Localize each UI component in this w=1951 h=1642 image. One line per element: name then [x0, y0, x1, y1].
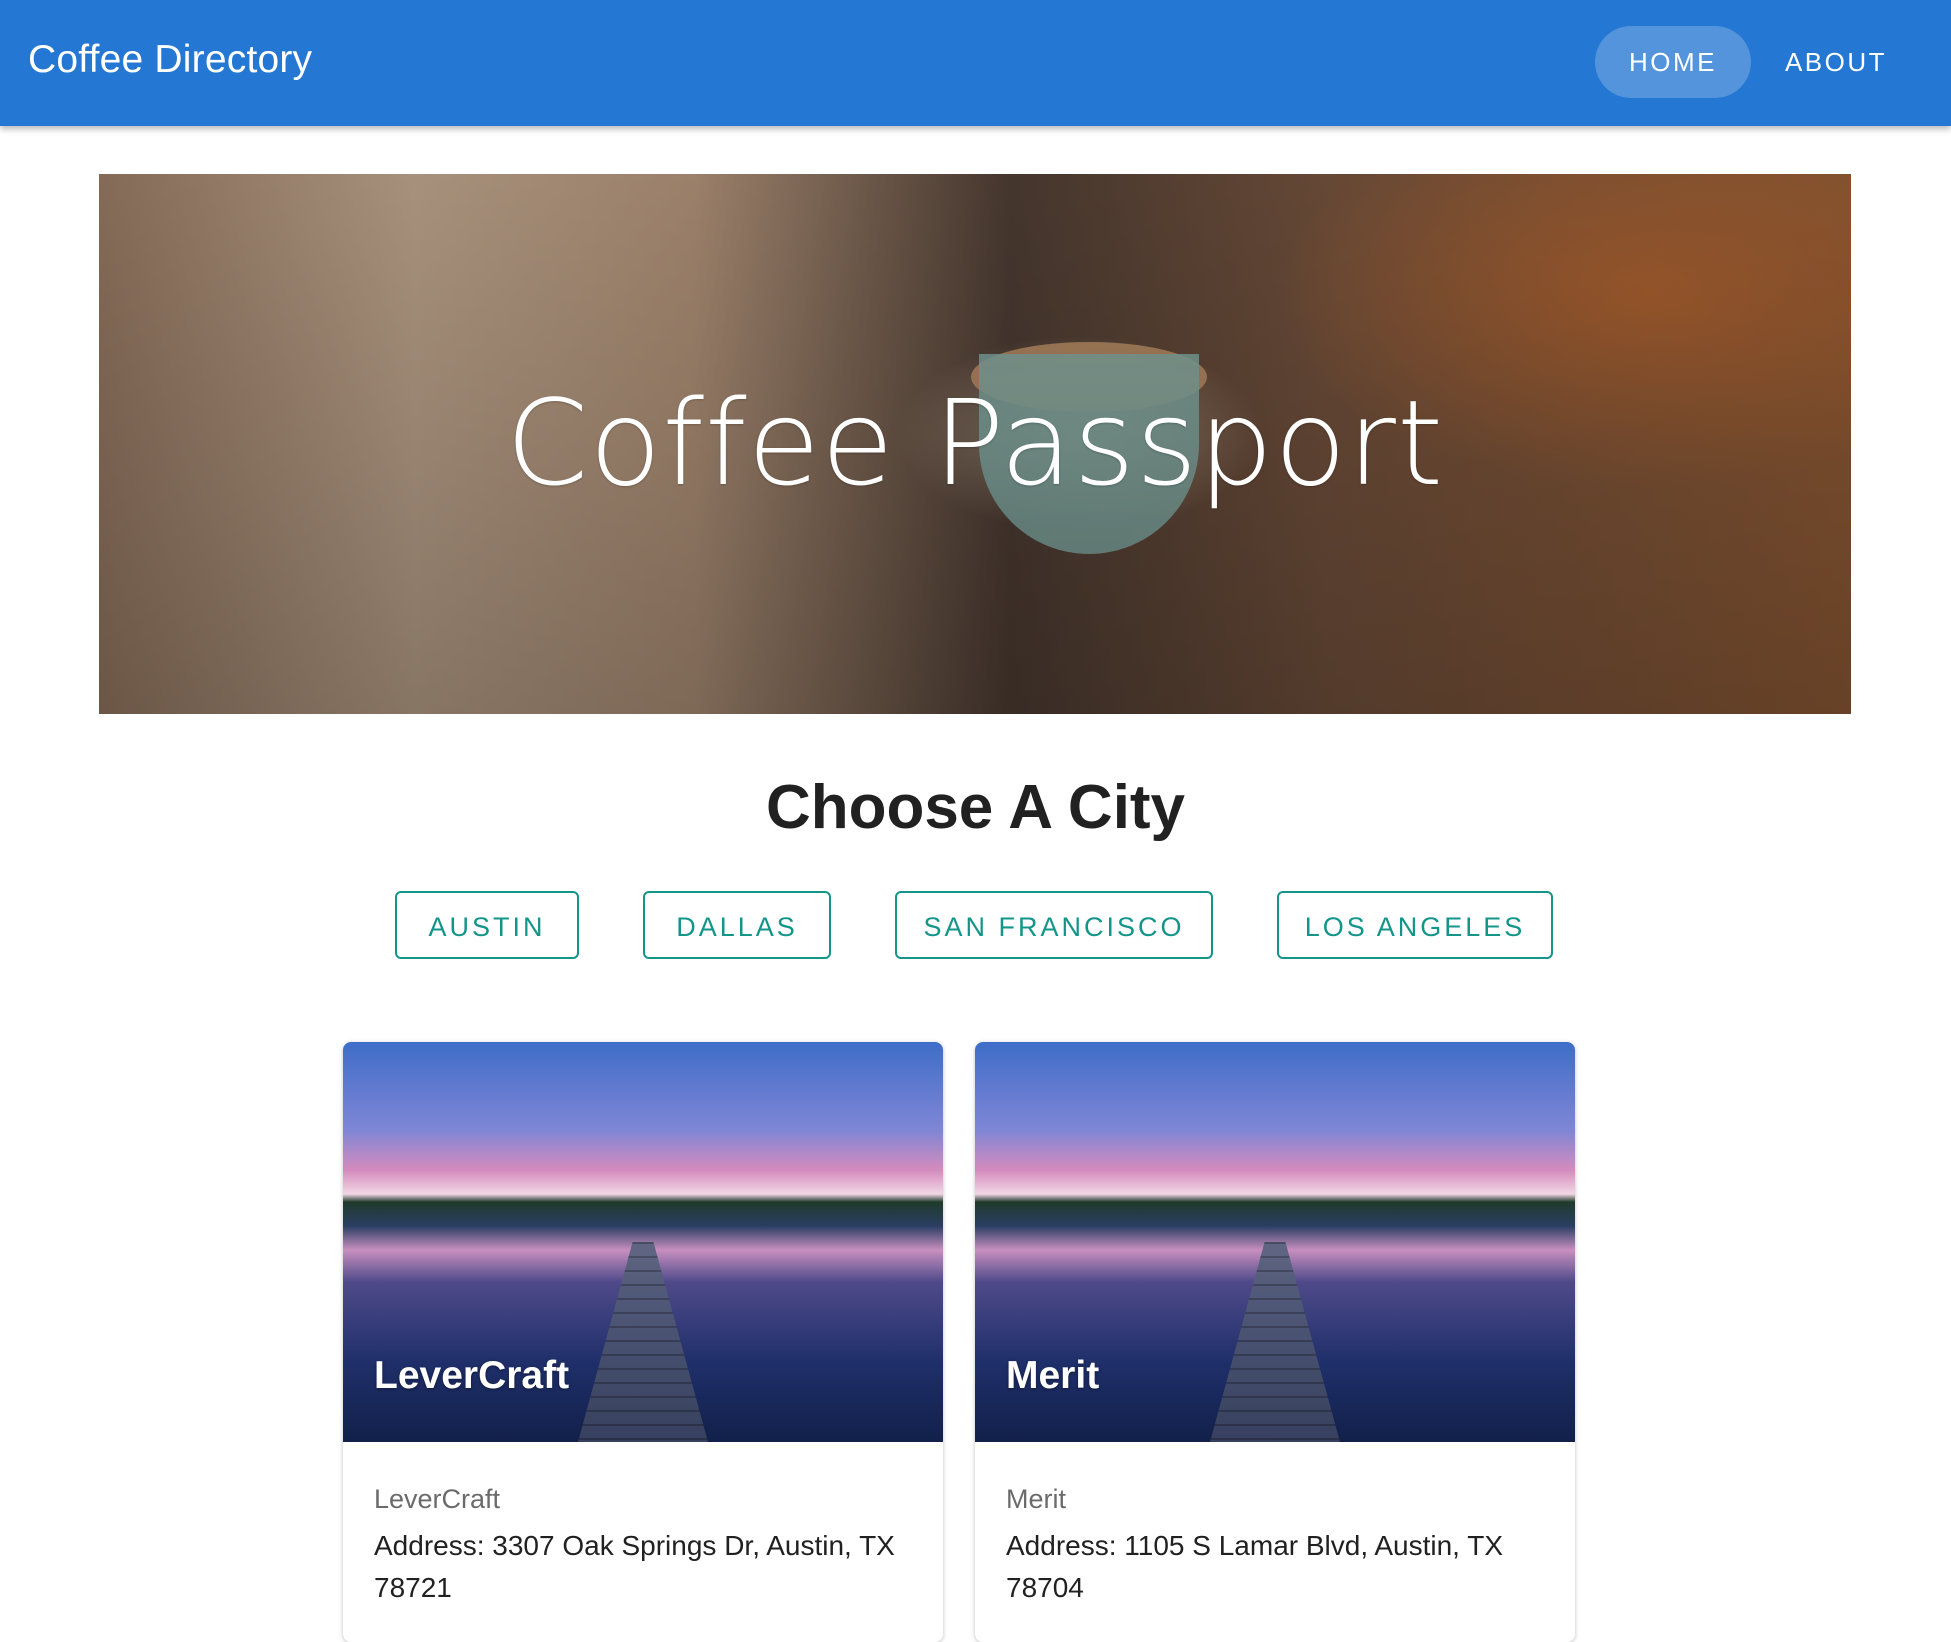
hero-banner: Coffee Passport	[99, 174, 1851, 714]
app-title[interactable]: Coffee Directory	[28, 38, 312, 82]
card-subtitle: Merit	[1006, 1484, 1066, 1514]
nav-about-button[interactable]: ABOUT	[1772, 26, 1900, 98]
card-image[interactable]: LeverCraft	[343, 1042, 943, 1442]
card-image-title: LeverCraft	[374, 1354, 570, 1397]
city-button-dallas[interactable]: DALLAS	[643, 891, 831, 959]
coffee-shop-card[interactable]: Merit Merit Address: 1105 S Lamar Blvd, …	[975, 1042, 1575, 1642]
hero-title: Coffee Passport	[505, 374, 1445, 512]
dock-image-detail	[1210, 1242, 1340, 1442]
card-address: Address: 1105 S Lamar Blvd, Austin, TX 7…	[1006, 1530, 1503, 1603]
app-bar: Coffee Directory HOME ABOUT	[0, 0, 1951, 126]
card-image[interactable]: Merit	[975, 1042, 1575, 1442]
choose-city-heading: Choose A City	[765, 773, 1186, 842]
coffee-shop-card[interactable]: LeverCraft LeverCraft Address: 3307 Oak …	[343, 1042, 943, 1642]
city-button-austin[interactable]: AUSTIN	[395, 891, 579, 959]
card-subtitle: LeverCraft	[374, 1484, 501, 1514]
dock-image-detail	[578, 1242, 708, 1442]
nav-home-button[interactable]: HOME	[1595, 26, 1751, 98]
card-address: Address: 3307 Oak Springs Dr, Austin, TX…	[374, 1530, 895, 1603]
city-button-los-angeles[interactable]: LOS ANGELES	[1277, 891, 1553, 959]
city-button-san-francisco[interactable]: SAN FRANCISCO	[895, 891, 1213, 959]
card-image-title: Merit	[1006, 1354, 1100, 1397]
